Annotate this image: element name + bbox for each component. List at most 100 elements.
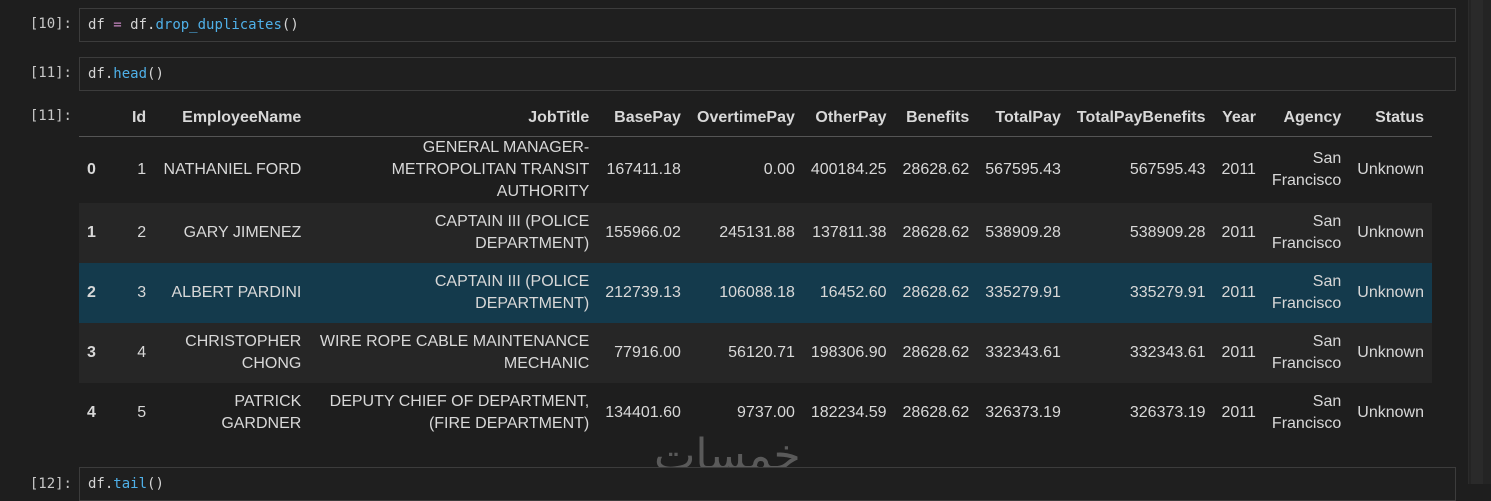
- cell-otherpay: 16452.60: [819, 284, 887, 301]
- code-token-parens: (): [281, 17, 299, 33]
- row-index: 1: [87, 224, 96, 241]
- column-header-overtimepay: OvertimePay: [688, 100, 803, 137]
- cell-jobtitle: WIRE ROPE CABLE MAINTENANCE MECHANIC: [319, 333, 590, 372]
- cell-totalpay: 567595.43: [985, 161, 1061, 178]
- cell-12-execution-count: [12]:: [29, 476, 72, 492]
- code-token-function: drop_duplicates: [155, 17, 282, 33]
- cell-benefits: 28628.62: [902, 224, 970, 241]
- cell-status: Unknown: [1357, 344, 1424, 361]
- cell-status: Unknown: [1357, 284, 1424, 301]
- code-token-parens: (): [147, 476, 164, 492]
- cell-overtimepay: 106088.18: [719, 284, 795, 301]
- cell-year: 2011: [1221, 224, 1256, 241]
- cell-basepay: 167411.18: [606, 161, 681, 178]
- cell-agency: San Francisco: [1271, 150, 1342, 189]
- cell-benefits: 28628.62: [902, 404, 970, 421]
- cell-jobtitle: CAPTAIN III (POLICE DEPARTMENT): [434, 273, 590, 312]
- table-row[interactable]: 1 2 GARY JIMENEZ CAPTAIN III (POLICE DEP…: [79, 203, 1432, 263]
- cell-basepay: 212739.13: [605, 284, 681, 301]
- cell-basepay: 155966.02: [605, 224, 681, 241]
- code-token-object: df.: [88, 66, 114, 82]
- cell-id: 2: [137, 224, 147, 241]
- cell-totalpay: 332343.61: [985, 344, 1061, 361]
- cell-overtimepay: 56120.71: [728, 344, 795, 361]
- cell-agency: San Francisco: [1271, 273, 1342, 312]
- code-token-object: df.: [130, 17, 156, 33]
- cell-agency: San Francisco: [1271, 393, 1342, 432]
- cell-totalpaybenefits: 326373.19: [1129, 404, 1206, 421]
- cell-basepay: 77916.00: [614, 344, 681, 361]
- cell-totalpaybenefits: 567595.43: [1129, 161, 1206, 178]
- cell-status: Unknown: [1357, 224, 1424, 241]
- cell-employeename: GARY JIMENEZ: [183, 224, 302, 241]
- cell-benefits: 28628.62: [902, 284, 970, 301]
- cell-totalpaybenefits: 332343.61: [1129, 344, 1206, 361]
- column-header-basepay: BasePay: [597, 100, 689, 137]
- cell-id: 3: [137, 284, 147, 301]
- row-index: 4: [87, 404, 96, 421]
- cell-totalpaybenefits: 538909.28: [1129, 224, 1206, 241]
- cell-jobtitle: GENERAL MANAGER-METROPOLITAN TRANSIT AUT…: [391, 139, 590, 200]
- cell-otherpay: 400184.25: [810, 161, 887, 178]
- cell-otherpay: 182234.59: [810, 404, 887, 421]
- cell-10-code-editor[interactable]: df = df.drop_duplicates(): [79, 8, 1456, 42]
- cell-id: 5: [137, 404, 147, 421]
- row-index: 0: [87, 161, 96, 178]
- cell-benefits: 28628.62: [902, 161, 970, 178]
- vertical-scrollbar[interactable]: [1468, 0, 1491, 484]
- cell-totalpay: 335279.91: [985, 284, 1061, 301]
- cell-status: Unknown: [1357, 161, 1424, 178]
- row-index: 2: [87, 284, 96, 301]
- cell-11-execution-count: [11]:: [29, 65, 72, 81]
- cell-employeename: ALBERT PARDINI: [171, 284, 302, 301]
- code-token-function: tail: [113, 476, 148, 492]
- cell-employeename: PATRICK GARDNER: [221, 393, 302, 432]
- cell-12-code-editor[interactable]: df.tail(): [79, 467, 1456, 501]
- row-index: 3: [87, 344, 96, 361]
- cell-11-output-count: [11]:: [29, 108, 72, 124]
- cell-otherpay: 137811.38: [812, 224, 887, 241]
- cell-jobtitle: CAPTAIN III (POLICE DEPARTMENT): [434, 213, 590, 252]
- column-header-jobtitle: JobTitle: [309, 100, 598, 137]
- cell-year: 2011: [1221, 284, 1256, 301]
- column-header-agency: Agency: [1263, 100, 1350, 137]
- cell-employeename: NATHANIEL FORD: [163, 161, 302, 178]
- cell-agency: San Francisco: [1271, 213, 1342, 252]
- code-token-var: df: [88, 17, 105, 33]
- column-header-id: Id: [114, 100, 155, 137]
- cell-benefits: 28628.62: [902, 344, 970, 361]
- cell-totalpay: 326373.19: [985, 404, 1061, 421]
- table-row-selected[interactable]: 2 3 ALBERT PARDINI CAPTAIN III (POLICE D…: [79, 263, 1432, 323]
- cell-10-execution-count: [10]:: [29, 16, 72, 32]
- dataframe-output-table: Id EmployeeName JobTitle BasePay Overtim…: [79, 100, 1432, 443]
- cell-agency: San Francisco: [1271, 333, 1342, 372]
- column-header-year: Year: [1213, 100, 1264, 137]
- cell-year: 2011: [1221, 404, 1256, 421]
- column-header-otherpay: OtherPay: [802, 100, 895, 137]
- cell-overtimepay: 245131.88: [719, 224, 795, 241]
- cell-year: 2011: [1221, 344, 1256, 361]
- cell-jobtitle: DEPUTY CHIEF OF DEPARTMENT,(FIRE DEPARTM…: [329, 393, 590, 432]
- column-header-index: [79, 100, 115, 137]
- table-row[interactable]: 0 1 NATHANIEL FORD GENERAL MANAGER-METRO…: [79, 136, 1432, 203]
- cell-overtimepay: 0.00: [763, 161, 795, 178]
- cell-id: 1: [137, 161, 147, 178]
- cell-id: 4: [137, 344, 147, 361]
- cell-employeename: CHRISTOPHER CHONG: [185, 333, 302, 372]
- column-header-employeename: EmployeeName: [154, 100, 310, 137]
- code-token-parens: (): [147, 66, 164, 82]
- cell-status: Unknown: [1357, 404, 1424, 421]
- column-header-status: Status: [1349, 100, 1432, 137]
- code-token-function: head: [113, 66, 148, 82]
- code-token-object: df.: [88, 476, 114, 492]
- cell-totalpay: 538909.28: [985, 224, 1061, 241]
- scrollbar-thumb[interactable]: [1471, 0, 1483, 484]
- cell-year: 2011: [1221, 161, 1256, 178]
- cell-11-code-editor[interactable]: df.head(): [79, 57, 1456, 91]
- table-row[interactable]: 3 4 CHRISTOPHER CHONG WIRE ROPE CABLE MA…: [79, 323, 1432, 383]
- cell-otherpay: 198306.90: [810, 344, 887, 361]
- code-token-operator: =: [113, 17, 122, 33]
- column-header-totalpay: TotalPay: [977, 100, 1069, 137]
- column-header-totalpaybenefits: TotalPayBenefits: [1068, 100, 1214, 137]
- cell-totalpaybenefits: 335279.91: [1129, 284, 1206, 301]
